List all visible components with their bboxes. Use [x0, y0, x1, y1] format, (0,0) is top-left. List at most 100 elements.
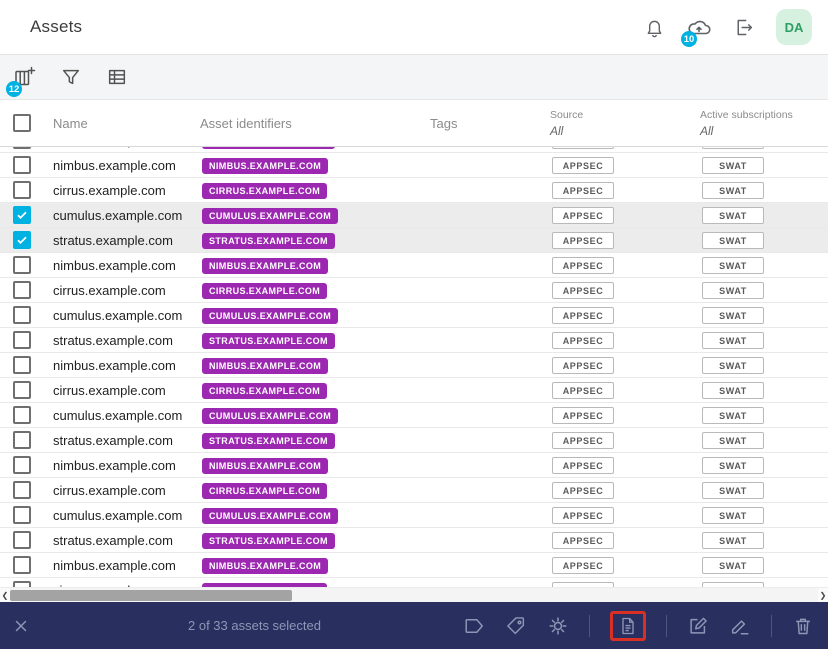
- export-report-button[interactable]: [618, 616, 638, 636]
- asset-identifier-badge: NIMBUS.EXAMPLE.COM: [202, 558, 329, 574]
- table-row[interactable]: stratus.example.com STRATUS.EXAMPLE.COM …: [0, 328, 828, 353]
- scrollbar-thumb[interactable]: [10, 589, 292, 601]
- row-checkbox[interactable]: [13, 381, 31, 399]
- upload-status-button[interactable]: 10: [681, 15, 711, 47]
- source-badge: APPSEC: [552, 532, 614, 550]
- table-row[interactable]: cirrus.example.com CIRRUS.EXAMPLE.COM AP…: [0, 478, 828, 503]
- subscription-cell: SWAT: [700, 306, 828, 325]
- table-row[interactable]: nimbus.example.com NIMBUS.EXAMPLE.COM AP…: [0, 553, 828, 578]
- row-checkbox[interactable]: [13, 331, 31, 349]
- asset-identifier-badge: CUMULUS.EXAMPLE.COM: [202, 508, 339, 524]
- filter-button[interactable]: [60, 66, 82, 88]
- select-all-checkbox[interactable]: [13, 114, 31, 132]
- source-cell: APPSEC: [550, 531, 700, 550]
- table-row[interactable]: stratus.example.com STRATUS.EXAMPLE.COM …: [0, 528, 828, 553]
- table-row[interactable]: stratus.example.com STRATUS.EXAMPLE.COM …: [0, 428, 828, 453]
- table-row[interactable]: nimbus.example.com NIMBUS.EXAMPLE.COM AP…: [0, 253, 828, 278]
- row-checkbox[interactable]: [13, 431, 31, 449]
- selection-action-bar: 2 of 33 assets selected: [0, 602, 828, 649]
- edit-comment-button[interactable]: [729, 615, 751, 637]
- table-row[interactable]: cirrus.example.com CIRRUS.EXAMPLE.COM AP…: [0, 278, 828, 303]
- manage-columns-button[interactable]: 12: [6, 65, 36, 97]
- subscription-badge: SWAT: [702, 432, 764, 450]
- column-header-identifiers[interactable]: Asset identifiers: [200, 100, 430, 146]
- asset-identifier-cell: CIRRUS.EXAMPLE.COM: [200, 181, 430, 199]
- source-cell: APPSEC: [550, 306, 700, 325]
- scan-settings-button[interactable]: [547, 615, 569, 637]
- table-view-button[interactable]: [106, 66, 128, 88]
- asset-identifier-cell: NIMBUS.EXAMPLE.COM: [200, 456, 430, 474]
- row-checkbox-cell: [0, 306, 53, 324]
- table-row[interactable]: cumulus.example.com CUMULUS.EXAMPLE.COM …: [0, 503, 828, 528]
- table-row[interactable]: cumulus.example.com CUMULUS.EXAMPLE.COM …: [0, 303, 828, 328]
- table-row[interactable]: nimbus.example.com NIMBUS.EXAMPLE.COM AP…: [0, 453, 828, 478]
- row-checkbox[interactable]: [13, 206, 31, 224]
- row-checkbox[interactable]: [13, 531, 31, 549]
- row-checkbox[interactable]: [13, 456, 31, 474]
- source-cell: APPSEC: [550, 556, 700, 575]
- row-checkbox[interactable]: [13, 281, 31, 299]
- asset-name: cirrus.example.com: [53, 182, 166, 198]
- row-checkbox[interactable]: [13, 181, 31, 199]
- asset-identifier-cell: CIRRUS.EXAMPLE.COM: [200, 481, 430, 499]
- asset-name: cirrus.example.com: [53, 482, 166, 498]
- table-row[interactable]: nimbus.example.com NIMBUS.EXAMPLE.COM AP…: [0, 153, 828, 178]
- row-checkbox[interactable]: [13, 406, 31, 424]
- subscription-badge: SWAT: [702, 182, 764, 200]
- table-row[interactable]: stratus.example.com STRATUS.EXAMPLE.COM …: [0, 228, 828, 253]
- table-row[interactable]: cirrus.example.com CIRRUS.EXAMPLE.COM AP…: [0, 178, 828, 203]
- row-checkbox[interactable]: [13, 506, 31, 524]
- table-row[interactable]: nimbus.example.com NIMBUS.EXAMPLE.COM AP…: [0, 353, 828, 378]
- column-header-name[interactable]: Name: [53, 100, 200, 146]
- horizontal-scrollbar[interactable]: ❮ ❯: [0, 587, 828, 602]
- source-badge: APPSEC: [552, 182, 614, 200]
- add-tag-button[interactable]: [463, 615, 485, 637]
- table-row[interactable]: cirrus.example.com CIRRUS.EXAMPLE.COM AP…: [0, 378, 828, 403]
- close-icon: [15, 620, 27, 631]
- avatar[interactable]: DA: [776, 9, 812, 45]
- delete-button[interactable]: [792, 615, 814, 637]
- scroll-left-arrow[interactable]: ❮: [0, 588, 10, 603]
- column-header-source[interactable]: Source All: [550, 100, 700, 146]
- row-checkbox[interactable]: [13, 556, 31, 574]
- table-row[interactable]: cumulus.example.com CUMULUS.EXAMPLE.COM …: [0, 203, 828, 228]
- logout-button[interactable]: [733, 17, 754, 38]
- row-checkbox[interactable]: [13, 306, 31, 324]
- row-checkbox[interactable]: [13, 256, 31, 274]
- subscription-badge: SWAT: [702, 482, 764, 500]
- asset-identifier-badge: CUMULUS.EXAMPLE.COM: [202, 208, 339, 224]
- table-view-icon: [108, 69, 126, 85]
- source-filter-value[interactable]: All: [550, 124, 700, 138]
- row-checkbox-cell: [0, 381, 53, 399]
- asset-identifier-cell: CUMULUS.EXAMPLE.COM: [200, 306, 430, 324]
- source-badge: APPSEC: [552, 232, 614, 250]
- edit-attributes-button[interactable]: [687, 615, 709, 637]
- source-badge: APPSEC: [552, 207, 614, 225]
- asset-name: nimbus.example.com: [53, 557, 176, 573]
- column-header-tags[interactable]: Tags: [430, 100, 550, 146]
- column-header-subscriptions[interactable]: Active subscriptions All: [700, 100, 828, 146]
- source-badge: APPSEC: [552, 332, 614, 350]
- asset-name: stratus.example.com: [53, 532, 173, 548]
- table-row[interactable]: cumulus.example.com CUMULUS.EXAMPLE.COM …: [0, 403, 828, 428]
- asset-name: stratus.example.com: [53, 232, 173, 248]
- row-checkbox-cell: [0, 356, 53, 374]
- remove-tag-button[interactable]: [505, 615, 527, 637]
- row-checkbox[interactable]: [13, 147, 31, 149]
- asset-identifier-badge: STRATUS.EXAMPLE.COM: [202, 147, 335, 149]
- clear-selection-button[interactable]: [12, 617, 30, 635]
- source-column-label: Source: [550, 108, 584, 121]
- row-checkbox[interactable]: [13, 481, 31, 499]
- asset-identifier-cell: STRATUS.EXAMPLE.COM: [200, 531, 430, 549]
- notifications-button[interactable]: [644, 17, 665, 38]
- source-cell: APPSEC: [550, 381, 700, 400]
- subscription-cell: SWAT: [700, 181, 828, 200]
- asset-name: stratus.example.com: [53, 432, 173, 448]
- row-checkbox[interactable]: [13, 156, 31, 174]
- row-checkbox[interactable]: [13, 231, 31, 249]
- row-checkbox[interactable]: [13, 356, 31, 374]
- scroll-right-arrow[interactable]: ❯: [818, 588, 828, 603]
- subscriptions-filter-value[interactable]: All: [700, 124, 828, 138]
- scrollbar-track[interactable]: [10, 587, 818, 602]
- tag-offer-icon: [507, 616, 525, 634]
